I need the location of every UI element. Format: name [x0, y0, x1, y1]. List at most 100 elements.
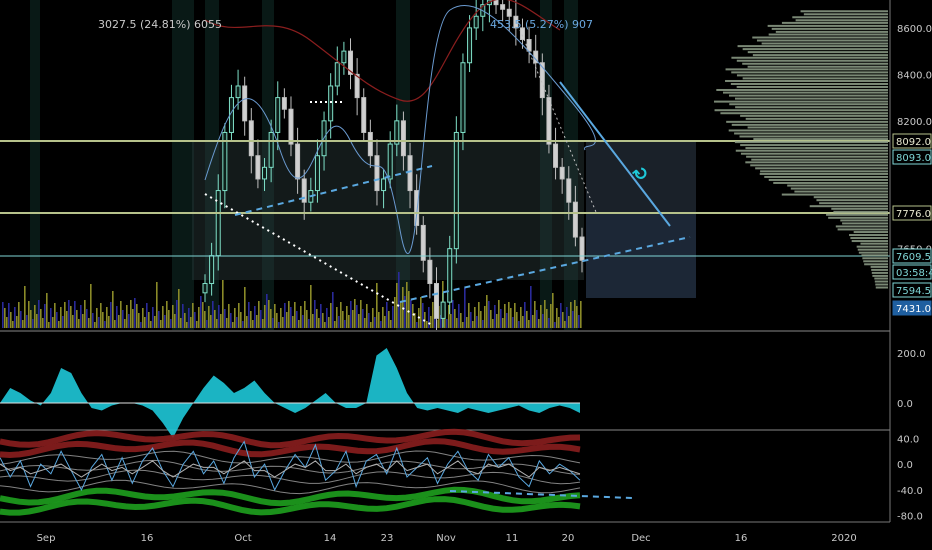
oscillator-2-tick-label: -80.0 [897, 512, 923, 523]
price-axis[interactable]: 8600.08400.08200.07650.0 8092.08093.0777… [889, 0, 932, 550]
volume-bar [294, 302, 296, 328]
volume-bar [84, 300, 86, 328]
volume-bar [360, 300, 362, 328]
volume-profile-bar [737, 45, 888, 48]
volume-bar [272, 318, 274, 328]
volume-bar [568, 316, 570, 328]
oscillator-2-panel[interactable] [0, 428, 581, 516]
volume-bar [522, 316, 524, 328]
volume-bar [432, 302, 434, 328]
volume-bar [220, 314, 222, 328]
volume-bar [244, 287, 246, 328]
volume-bar [56, 312, 58, 328]
candle-body [453, 131, 459, 250]
volume-profile-bar [768, 33, 888, 36]
volume-bar [486, 295, 488, 328]
volume-bar [116, 306, 118, 328]
candle-body [579, 236, 585, 261]
candle-body [559, 166, 565, 180]
volume-profile-bar [803, 13, 888, 16]
volume-profile-bar [720, 112, 888, 115]
volume-bar [156, 282, 158, 328]
time-axis-label: 11 [506, 533, 519, 544]
volume-profile-bar [861, 254, 888, 257]
volume-bar [506, 313, 508, 328]
price-panel[interactable]: 3027.5 (24.81%) 6055 453.5 (5.27%) 907 ↻ [0, 0, 890, 336]
volume-bar [472, 321, 474, 328]
volume-bar [476, 316, 478, 328]
volume-bar [50, 308, 52, 328]
candle-body [427, 259, 433, 285]
volume-profile-bar [794, 190, 888, 193]
volume-bar [354, 299, 356, 328]
volume-bar [420, 297, 422, 328]
volume-profile-bar [816, 199, 888, 202]
volume-bar [450, 314, 452, 328]
volume-profile-bar [729, 94, 888, 97]
volume-profile-bar [740, 152, 888, 155]
volume-bar [230, 313, 232, 328]
volume-profile-bar [764, 175, 888, 178]
volume-bar [484, 306, 486, 328]
volume-bar [460, 313, 462, 328]
time-axis-label: 16 [141, 533, 154, 544]
range-box-right-lower[interactable] [586, 212, 696, 298]
volume-bar [378, 312, 380, 328]
volume-profile-bar [751, 158, 888, 161]
volume-profile-bar [729, 103, 888, 106]
candle-body [387, 143, 393, 180]
trading-chart[interactable]: 3027.5 (24.81%) 6055 453.5 (5.27%) 907 ↻… [0, 0, 932, 550]
candle-body [255, 155, 261, 180]
volume-bar [490, 310, 492, 328]
volume-profile-bar [874, 280, 888, 283]
volume-profile-bar [819, 202, 888, 205]
volume-bar [386, 302, 388, 328]
volume-profile-bar [747, 126, 888, 129]
volume-bar [326, 308, 328, 328]
price-tag-label: 7594.5 [896, 286, 931, 297]
volume-bar [140, 322, 142, 328]
volume-profile-bar [740, 144, 888, 147]
volume-profile-bar [756, 39, 888, 42]
volume-bar [192, 303, 194, 328]
volume-bar [292, 316, 294, 328]
volume-bar [428, 307, 430, 328]
volume-bar [290, 307, 292, 328]
candle-body [341, 50, 347, 64]
volume-profile-bar [726, 120, 888, 123]
volume-bar [322, 313, 324, 328]
volume-bar [544, 300, 546, 328]
time-axis-label: 23 [381, 533, 394, 544]
volume-profile-bar [740, 114, 888, 117]
volume-profile-bar [850, 237, 888, 240]
oscillator-1-tick-label: 200.0 [897, 349, 926, 360]
volume-bar [376, 283, 378, 328]
volume-bar [78, 319, 80, 328]
volume-bar [400, 301, 402, 328]
oscillator-1-panel[interactable] [0, 348, 580, 438]
volume-bar [336, 307, 338, 328]
candle-body [381, 178, 387, 192]
volume-bar [266, 294, 268, 328]
time-axis[interactable]: Sep 16 Oct 14 23 Nov 11 20 Dec 16 2020 [0, 521, 890, 544]
volume-bar [146, 303, 148, 328]
volume-profile-bar [857, 248, 888, 251]
volume-bar [542, 314, 544, 328]
volume-bar [210, 315, 212, 328]
volume-bar [408, 291, 410, 328]
volume-bar [274, 304, 276, 328]
volume-profile-bar [742, 62, 888, 65]
price-tick-label: 8600.0 [897, 24, 932, 35]
volume-bar [2, 302, 4, 328]
time-axis-label: 16 [735, 533, 748, 544]
volume-bar [106, 307, 108, 328]
volume-bar [548, 318, 550, 328]
oscillator-1-tick-label: 0.0 [897, 399, 913, 410]
candle-body [288, 108, 294, 145]
volume-profile-bar [731, 71, 888, 74]
volume-profile-bar [759, 172, 888, 175]
volume-profile-bar [875, 283, 888, 286]
volume-bar [312, 314, 314, 328]
volume-bar [576, 306, 578, 328]
volume-bar [332, 292, 334, 328]
